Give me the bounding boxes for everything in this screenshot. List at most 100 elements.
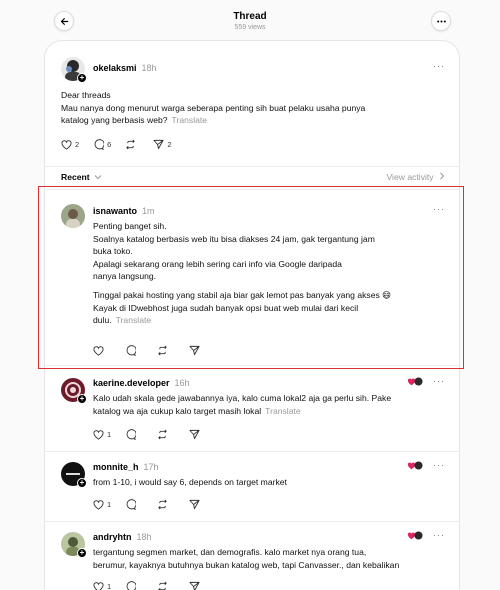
chevron-down-icon bbox=[94, 175, 102, 180]
share-count: 2 bbox=[167, 140, 172, 149]
share-button[interactable] bbox=[189, 581, 203, 590]
like-count: 1 bbox=[107, 500, 112, 509]
repost-icon bbox=[158, 499, 167, 510]
send-icon bbox=[189, 499, 200, 510]
username[interactable]: okelaksmi bbox=[93, 63, 137, 73]
post-line: Dear threads bbox=[61, 90, 111, 100]
username[interactable]: monnite_h bbox=[93, 462, 139, 472]
view-activity-link[interactable]: View activity bbox=[386, 172, 445, 182]
reply-line: tergantung segmen market, dan demografis… bbox=[93, 547, 367, 557]
more-options-button[interactable] bbox=[431, 11, 451, 31]
reply-line: Kalo udah skala gede jawabannya iya, kal… bbox=[93, 393, 392, 403]
author-avatar-icon bbox=[414, 531, 423, 540]
repost-button[interactable] bbox=[125, 139, 139, 150]
reply-line: from 1-10, i would say 6, depends on tar… bbox=[93, 477, 287, 487]
chevron-right-icon bbox=[440, 172, 445, 180]
reply-button[interactable] bbox=[125, 499, 139, 510]
post-time: 18h bbox=[141, 63, 157, 73]
avatar[interactable]: + bbox=[61, 532, 87, 558]
share-button[interactable] bbox=[189, 499, 203, 510]
view-activity-label: View activity bbox=[386, 172, 434, 182]
share-button[interactable]: 2 bbox=[153, 139, 172, 150]
reply-item: + monnite_h 17h ··· from 1-10, i would sa… bbox=[45, 451, 459, 521]
reply-body: Kalo udah skala gede jawabannya iya, kal… bbox=[93, 392, 453, 417]
sort-row: Recent View activity bbox=[61, 172, 445, 182]
title-block: Thread 559 views bbox=[0, 11, 500, 32]
post-body: Dear threads Mau nanya dong menurut warg… bbox=[61, 89, 451, 127]
liked-by-author-badge bbox=[407, 377, 423, 386]
reply-body: tergantung segmen market, dan demografis… bbox=[93, 546, 455, 571]
heart-icon bbox=[93, 429, 104, 440]
author-avatar-icon bbox=[414, 461, 423, 470]
reply-actions: 1 bbox=[93, 499, 217, 510]
reply-button[interactable]: 6 bbox=[93, 139, 111, 150]
comment-icon bbox=[126, 581, 137, 590]
reply-line: berumur, kayaknya butuhnya bukan katalog… bbox=[93, 559, 400, 570]
main-post: + okelaksmi 18h ··· Dear threads Mau nany… bbox=[45, 41, 459, 166]
post-line-row: katalog yang berbasis web? Translate bbox=[61, 114, 451, 127]
follow-plus-icon[interactable]: + bbox=[77, 548, 87, 558]
share-button[interactable] bbox=[189, 429, 203, 440]
reply-author[interactable]: andryhtn 18h bbox=[93, 532, 152, 542]
reply-author[interactable]: monnite_h 17h bbox=[93, 462, 159, 472]
reply-count: 6 bbox=[107, 140, 112, 149]
like-button[interactable]: 1 bbox=[93, 499, 112, 510]
reply-line: katalog wa aja cukup kalo target masih l… bbox=[93, 405, 262, 416]
repost-icon bbox=[158, 429, 167, 440]
username[interactable]: andryhtn bbox=[93, 532, 132, 542]
repost-button[interactable] bbox=[157, 581, 171, 590]
reply-item: + kaerine.developer 16h ··· Kalo udah ska… bbox=[45, 365, 459, 451]
avatar[interactable]: + bbox=[61, 378, 87, 404]
follow-plus-icon[interactable]: + bbox=[77, 73, 87, 83]
reply-time: 18h bbox=[136, 532, 152, 542]
repost-icon bbox=[158, 581, 167, 590]
translate-link[interactable]: Translate bbox=[265, 406, 301, 416]
top-bar: Thread 559 views bbox=[0, 0, 500, 40]
reply-author[interactable]: kaerine.developer 16h bbox=[93, 378, 190, 388]
reply-time: 17h bbox=[143, 462, 159, 472]
reply-more-icon[interactable]: ··· bbox=[433, 530, 445, 540]
translate-link[interactable]: Translate bbox=[172, 115, 208, 125]
page-title: Thread bbox=[233, 11, 267, 22]
reply-actions: 1 bbox=[93, 581, 217, 590]
post-line: Mau nanya dong menurut warga seberapa pe… bbox=[61, 102, 366, 113]
author-avatar-icon bbox=[414, 377, 423, 386]
like-button[interactable]: 1 bbox=[93, 581, 111, 590]
like-button[interactable]: 1 bbox=[93, 429, 112, 440]
reply-more-icon[interactable]: ··· bbox=[433, 376, 445, 386]
heart-icon bbox=[93, 581, 104, 590]
repost-button[interactable] bbox=[157, 429, 171, 440]
heart-icon bbox=[61, 139, 72, 150]
send-icon bbox=[189, 429, 200, 440]
reply-more-icon[interactable]: ··· bbox=[433, 460, 445, 470]
like-count: 2 bbox=[75, 140, 80, 149]
post-author[interactable]: okelaksmi 18h bbox=[93, 63, 157, 73]
reply-actions: 1 bbox=[93, 429, 217, 440]
send-icon bbox=[189, 581, 200, 590]
reply-time: 16h bbox=[174, 378, 190, 388]
view-count: 559 views bbox=[234, 24, 266, 31]
reply-line-row: katalog wa aja cukup kalo target masih l… bbox=[93, 405, 453, 418]
reply-body: from 1-10, i would say 6, depends on tar… bbox=[93, 476, 453, 489]
post-more-icon[interactable]: ··· bbox=[433, 61, 445, 71]
follow-plus-icon[interactable]: + bbox=[77, 478, 87, 488]
username[interactable]: kaerine.developer bbox=[93, 378, 170, 388]
like-count: 1 bbox=[107, 430, 112, 439]
post-actions: 2 6 2 bbox=[61, 139, 186, 150]
highlight-box bbox=[38, 186, 464, 369]
reply-button[interactable] bbox=[125, 581, 139, 590]
comment-icon bbox=[94, 139, 105, 150]
avatar[interactable]: + bbox=[61, 57, 87, 83]
sort-dropdown[interactable]: Recent bbox=[61, 172, 102, 182]
liked-by-author-badge bbox=[407, 531, 423, 540]
follow-plus-icon[interactable]: + bbox=[77, 394, 87, 404]
repost-button[interactable] bbox=[157, 499, 171, 510]
reply-button[interactable] bbox=[125, 429, 139, 440]
avatar[interactable]: + bbox=[61, 462, 87, 488]
heart-icon bbox=[93, 499, 104, 510]
divider bbox=[45, 166, 459, 167]
like-button[interactable]: 2 bbox=[61, 139, 80, 150]
reply-item: + andryhtn 18h ··· tergantung segmen mark… bbox=[45, 521, 459, 590]
comment-icon bbox=[126, 429, 137, 440]
sort-label: Recent bbox=[61, 172, 90, 182]
